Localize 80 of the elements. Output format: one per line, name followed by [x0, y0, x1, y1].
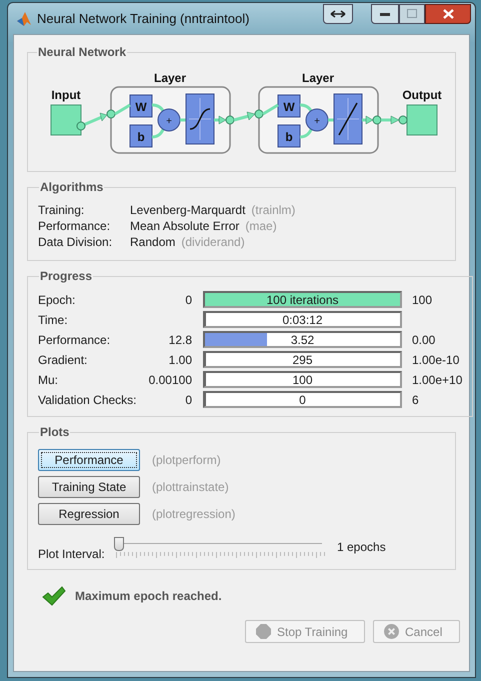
- app-logo-icon: [16, 10, 32, 26]
- progress-label: Gradient:: [38, 352, 88, 368]
- end-value: 100: [412, 292, 432, 308]
- function-name: (mae): [245, 218, 277, 235]
- output-label: Output: [402, 88, 442, 102]
- connector-arrow: [362, 116, 408, 124]
- bias-block: b: [130, 124, 152, 148]
- plot-interval-slider[interactable]: [114, 537, 326, 561]
- progress-reading: 100 iterations: [266, 292, 339, 308]
- end-value: 1.00e-10: [412, 352, 460, 368]
- resize-button[interactable]: [323, 4, 353, 24]
- weight-block: W: [278, 94, 300, 118]
- panel-title: Progress: [39, 268, 94, 285]
- end-value: 1.00e+10: [412, 372, 462, 388]
- connector-arrow: [76, 104, 131, 130]
- close-button[interactable]: [425, 4, 471, 24]
- plot-button[interactable]: Performance: [38, 449, 140, 471]
- slider-label: Plot Interval:: [38, 546, 106, 563]
- cancel-icon: [384, 624, 399, 639]
- connector-line: [328, 118, 334, 122]
- weight-block: W: [130, 94, 152, 118]
- connector-line: [298, 104, 314, 138]
- connector-line: [180, 118, 186, 122]
- end-value: 6: [412, 392, 419, 408]
- linear-ramp-block: [334, 94, 362, 144]
- progress-label: Epoch:: [38, 292, 76, 308]
- progress-reading: 3.52: [290, 332, 314, 348]
- plot-button[interactable]: Regression: [38, 503, 140, 525]
- maximize-icon: [407, 9, 417, 18]
- field-label: Performance:: [38, 218, 112, 235]
- function-name: (trainlm): [251, 202, 296, 219]
- start-value: 0: [185, 292, 192, 306]
- start-value: 0.00100: [148, 372, 192, 386]
- progress-reading: 100: [292, 372, 313, 388]
- input-node: [50, 104, 82, 136]
- minimize-icon: [380, 12, 390, 16]
- function-name: (plotregression): [152, 506, 236, 523]
- field-value: Mean Absolute Error: [130, 218, 240, 235]
- end-value: 0.00: [412, 332, 436, 348]
- start-value: 1.00: [168, 352, 192, 366]
- progress-label: Time:: [38, 312, 69, 328]
- function-name: (plottrainstate): [152, 479, 229, 496]
- progress-reading: 0: [299, 392, 306, 408]
- panel-title: Plots: [39, 424, 70, 441]
- progress-reading: 0:03:12: [282, 312, 323, 328]
- connector-line: [150, 104, 166, 138]
- field-label: Training:: [38, 202, 86, 219]
- minimize-button[interactable]: [371, 4, 399, 24]
- function-name: (plotperform): [152, 452, 221, 469]
- start-value: 0: [185, 392, 192, 406]
- sum-node: +: [158, 108, 180, 132]
- maximize-button[interactable]: [399, 4, 425, 24]
- input-label: Input: [51, 88, 81, 102]
- layer-label: Layer: [302, 71, 334, 85]
- sum-node: +: [306, 108, 328, 132]
- field-label: Data Division:: [38, 234, 114, 251]
- close-icon: [442, 8, 454, 18]
- status-message: Maximum epoch reached.: [75, 588, 222, 605]
- bias-block: b: [278, 124, 300, 148]
- panel-title: Neural Network: [37, 44, 128, 61]
- window-title: Neural Network Training (nntraintool): [37, 10, 250, 28]
- layer-label: Layer: [154, 71, 186, 85]
- slider-thumb[interactable]: [114, 537, 124, 551]
- start-value: 12.8: [168, 332, 192, 346]
- plot-button[interactable]: Training State: [38, 476, 140, 498]
- progress-label: Validation Checks:: [38, 392, 138, 408]
- field-value: Levenberg-Marquardt: [130, 202, 246, 219]
- double-arrow-icon: [330, 10, 346, 18]
- stop-sign-icon: [256, 624, 271, 639]
- checkmark-icon: [42, 586, 66, 606]
- progress-label: Performance:: [38, 332, 112, 348]
- progress-reading: 295: [292, 352, 313, 368]
- field-value: Random: [130, 234, 176, 251]
- function-name: (dividerand): [181, 234, 245, 251]
- output-node: [406, 104, 438, 136]
- progress-label: Mu:: [38, 372, 60, 388]
- slider-reading: 1 epochs: [337, 539, 386, 556]
- sigmoid-curve-block: [186, 94, 214, 144]
- connector-arrow: [214, 104, 279, 124]
- panel-title: Algorithms: [39, 179, 104, 196]
